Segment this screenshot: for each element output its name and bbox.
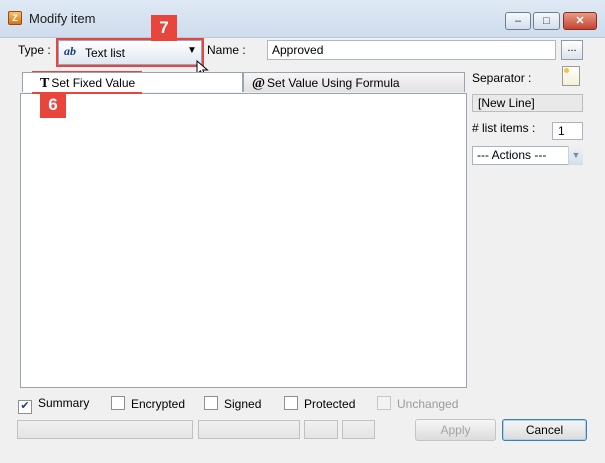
- status-field: [304, 420, 338, 439]
- app-icon: Z: [8, 11, 22, 25]
- title-bar: Z Modify item – □ ✕: [0, 0, 605, 38]
- annotation-badge: 6: [40, 92, 66, 118]
- cancel-button[interactable]: Cancel: [502, 419, 587, 441]
- checkbox-label: Signed: [224, 397, 262, 411]
- checkbox-label: Summary: [38, 396, 90, 410]
- fixed-value-editor[interactable]: [20, 93, 467, 388]
- tab-label: Set Fixed Value: [51, 76, 136, 90]
- checkbox-label: Protected: [304, 397, 356, 411]
- window-title: Modify item: [29, 11, 96, 26]
- status-field: [342, 420, 375, 439]
- type-label: Type :: [18, 43, 51, 57]
- separator-picker-icon[interactable]: [562, 66, 580, 86]
- protected-checkbox[interactable]: Protected: [284, 396, 355, 411]
- tab-set-fixed-value[interactable]: T Set Fixed Value: [22, 72, 243, 92]
- checkbox-label: Encrypted: [131, 397, 186, 411]
- tab-label: Set Value Using Formula: [267, 76, 400, 90]
- status-field: [17, 420, 193, 439]
- separator-label: Separator :: [472, 71, 532, 85]
- checkbox-box[interactable]: ✔: [18, 400, 32, 414]
- list-items-count: 1: [552, 122, 583, 140]
- name-input[interactable]: [267, 40, 556, 60]
- signed-checkbox[interactable]: Signed: [204, 396, 261, 411]
- maximize-button[interactable]: □: [533, 12, 560, 30]
- checkbox-box: [377, 396, 391, 410]
- checkbox-label: Unchanged: [397, 397, 459, 411]
- status-field: [198, 420, 300, 439]
- at-sign-icon: @: [252, 76, 266, 91]
- encrypted-checkbox[interactable]: Encrypted: [111, 396, 185, 411]
- checkbox-box[interactable]: [204, 396, 218, 410]
- checkbox-box[interactable]: [111, 396, 125, 410]
- chevron-down-icon[interactable]: ▼: [568, 146, 583, 165]
- actions-select[interactable]: --- Actions ---: [472, 146, 583, 165]
- summary-checkbox[interactable]: ✔ Summary: [18, 396, 90, 414]
- annotation-badge: 7: [151, 15, 177, 41]
- name-label: Name :: [207, 43, 246, 57]
- tab-set-value-using-formula[interactable]: @ Set Value Using Formula: [243, 72, 465, 92]
- separator-value: [New Line]: [472, 94, 583, 112]
- checkbox-box[interactable]: [284, 396, 298, 410]
- text-t-icon: T: [40, 76, 50, 91]
- minimize-button[interactable]: –: [505, 12, 531, 30]
- unchanged-checkbox: Unchanged: [377, 396, 458, 411]
- name-browse-button[interactable]: ...: [561, 40, 583, 60]
- annotation-box-type: [56, 38, 204, 67]
- apply-button[interactable]: Apply: [415, 419, 496, 441]
- close-button[interactable]: ✕: [563, 12, 597, 30]
- list-items-label: # list items :: [472, 121, 536, 135]
